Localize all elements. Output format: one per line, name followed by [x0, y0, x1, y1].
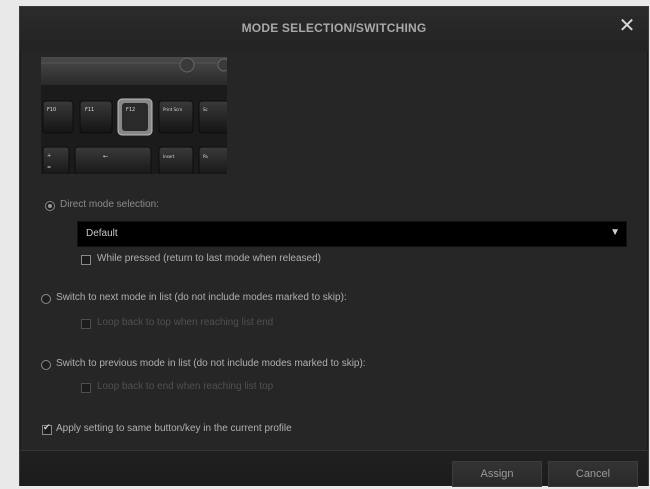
keyboard-preview-image: F10 F11 F12 Print Scrn Sc + = ← Insert P… [41, 57, 227, 174]
dialog-titlebar: MODE SELECTION/SWITCHING ✕ [20, 7, 648, 51]
mode-dropdown-value: Default [86, 228, 118, 239]
key-label-f11: F11 [85, 107, 94, 113]
cancel-button[interactable]: Cancel [548, 461, 638, 487]
previous-mode-label: Switch to previous mode in list (do not … [56, 358, 366, 369]
close-icon[interactable]: ✕ [618, 16, 636, 36]
loop-end-checkbox[interactable] [81, 383, 91, 393]
apply-same-checkbox[interactable] [42, 423, 52, 435]
key-label-print-screen: Print Scrn [163, 107, 183, 112]
key-label-page: Pa [203, 154, 208, 159]
while-pressed-checkbox[interactable] [81, 255, 91, 265]
mode-selection-dialog: MODE SELECTION/SWITCHING ✕ F10 F11 F12 P… [19, 6, 649, 487]
assign-button[interactable]: Assign [452, 461, 542, 487]
loop-end-label: Loop back to end when reaching list top [97, 381, 274, 392]
key-label-f10: F10 [47, 107, 56, 113]
next-mode-label: Switch to next mode in list (do not incl… [56, 292, 347, 303]
dialog-title: MODE SELECTION/SWITCHING [241, 21, 427, 35]
dropdown-arrow-icon[interactable]: ▼ [610, 227, 620, 238]
next-mode-radio[interactable] [41, 294, 51, 304]
key-label-f12: F12 [126, 107, 135, 113]
key-label-scroll: Sc [203, 107, 208, 112]
svg-text:←: ← [103, 153, 108, 160]
dialog-footer: Assign Cancel [20, 450, 648, 487]
loop-top-label: Loop back to top when reaching list end [97, 317, 274, 328]
key-label-insert: Insert [163, 154, 175, 159]
apply-same-label: Apply setting to same button/key in the … [56, 423, 292, 434]
svg-text:+: + [47, 153, 51, 159]
direct-mode-radio[interactable] [45, 201, 55, 211]
loop-top-checkbox[interactable] [81, 319, 91, 329]
svg-text:=: = [47, 165, 51, 171]
direct-mode-label: Direct mode selection: [60, 199, 159, 210]
while-pressed-label: While pressed (return to last mode when … [97, 253, 321, 264]
previous-mode-radio[interactable] [41, 360, 51, 370]
mode-dropdown[interactable]: Default ▼ [77, 221, 627, 247]
